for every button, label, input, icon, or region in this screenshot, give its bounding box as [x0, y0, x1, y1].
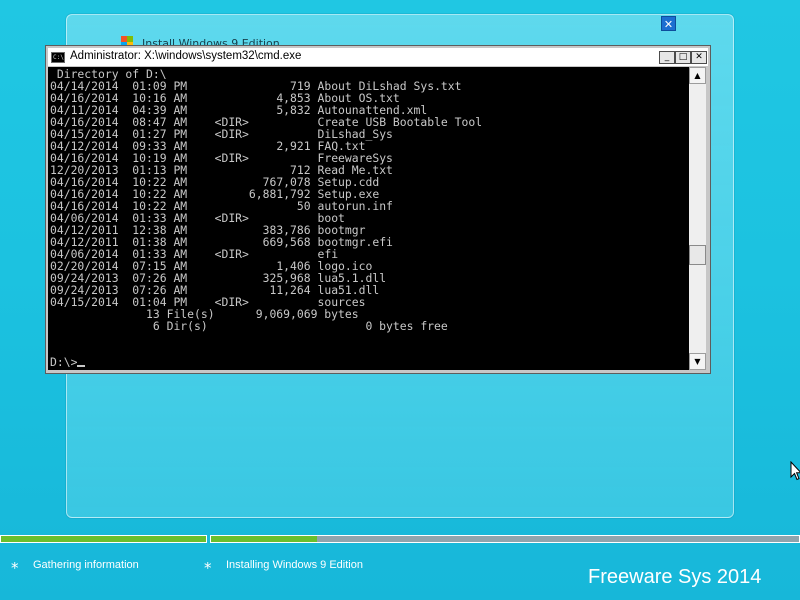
- cmd-window-title: Administrator: X:\windows\system32\cmd.e…: [70, 50, 302, 62]
- cmd-app-icon[interactable]: C:\: [51, 52, 65, 63]
- step-installing-windows: Installing Windows 9 Edition: [226, 559, 363, 571]
- vertical-scrollbar[interactable]: ▲ ▼: [689, 67, 706, 370]
- prompt-text: D:\>: [50, 355, 78, 369]
- progress-fill-gathering: [1, 536, 206, 542]
- progress-bar-gathering: [0, 535, 207, 543]
- step-gathering-information: Gathering information: [33, 559, 139, 571]
- text-cursor: [77, 365, 86, 367]
- directory-listing: Directory of D:\ 04/14/2014 01:09 PM 719…: [50, 68, 482, 332]
- summary-dirs: 6 Dir(s) 0 bytes free: [50, 319, 448, 333]
- maximize-button[interactable]: □: [675, 51, 691, 64]
- cmd-window[interactable]: C:\ Administrator: X:\windows\system32\c…: [45, 45, 711, 374]
- progress-bar-installing: [210, 535, 800, 543]
- scrollbar-thumb[interactable]: [689, 245, 706, 265]
- close-button[interactable]: ✕: [691, 51, 707, 64]
- scroll-down-arrow-icon[interactable]: ▼: [689, 353, 706, 370]
- installer-close-button[interactable]: ✕: [661, 16, 676, 31]
- step-bullet-icon: *: [204, 559, 212, 577]
- mouse-pointer-icon: [790, 461, 800, 481]
- cmd-titlebar[interactable]: C:\ Administrator: X:\windows\system32\c…: [48, 48, 708, 66]
- minimize-button[interactable]: _: [659, 51, 675, 64]
- scroll-up-arrow-icon[interactable]: ▲: [689, 67, 706, 84]
- step-bullet-icon: *: [11, 559, 19, 577]
- console-output-area[interactable]: Directory of D:\ 04/14/2014 01:09 PM 719…: [48, 67, 689, 370]
- progress-fill-installing: [211, 536, 317, 542]
- command-prompt[interactable]: D:\>: [50, 355, 86, 369]
- brand-label: Freeware Sys 2014: [588, 566, 762, 588]
